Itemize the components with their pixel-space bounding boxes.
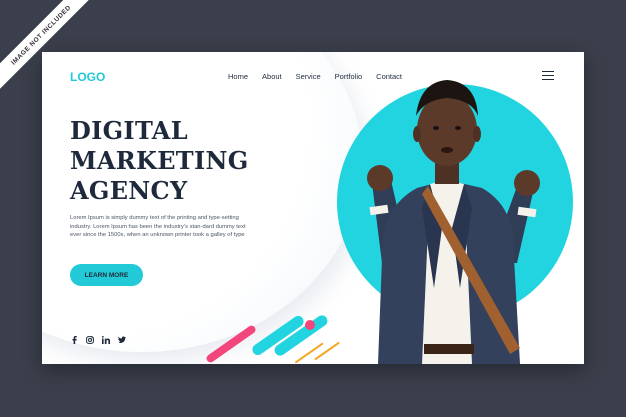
headline-line-3: AGENCY xyxy=(70,176,188,205)
decor-stripe-orange-1 xyxy=(294,342,324,364)
headline-line-1: DIGITAL xyxy=(70,116,188,145)
social-links xyxy=(70,336,126,344)
hero-description: Lorem Ipsum is simply dummy text of the … xyxy=(70,215,246,239)
learn-more-button[interactable]: LEARN MORE xyxy=(70,264,143,286)
hero-person-image xyxy=(367,80,540,364)
facebook-icon[interactable] xyxy=(70,336,78,344)
twitter-icon[interactable] xyxy=(118,336,126,344)
nav-home[interactable]: Home xyxy=(228,72,248,81)
nav-service[interactable]: Service xyxy=(296,72,321,81)
instagram-icon[interactable] xyxy=(86,336,94,344)
headline-line-2: MARKETING xyxy=(70,146,249,175)
hero-headline: DIGITAL MARKETING AGENCY xyxy=(70,116,249,206)
logo[interactable]: LOGO xyxy=(70,70,105,84)
landing-page: LOGO Home About Service Portfolio Contac… xyxy=(42,52,584,364)
nav-about[interactable]: About xyxy=(262,72,282,81)
linkedin-icon[interactable] xyxy=(102,336,110,344)
decor-dot-pink xyxy=(305,320,315,330)
